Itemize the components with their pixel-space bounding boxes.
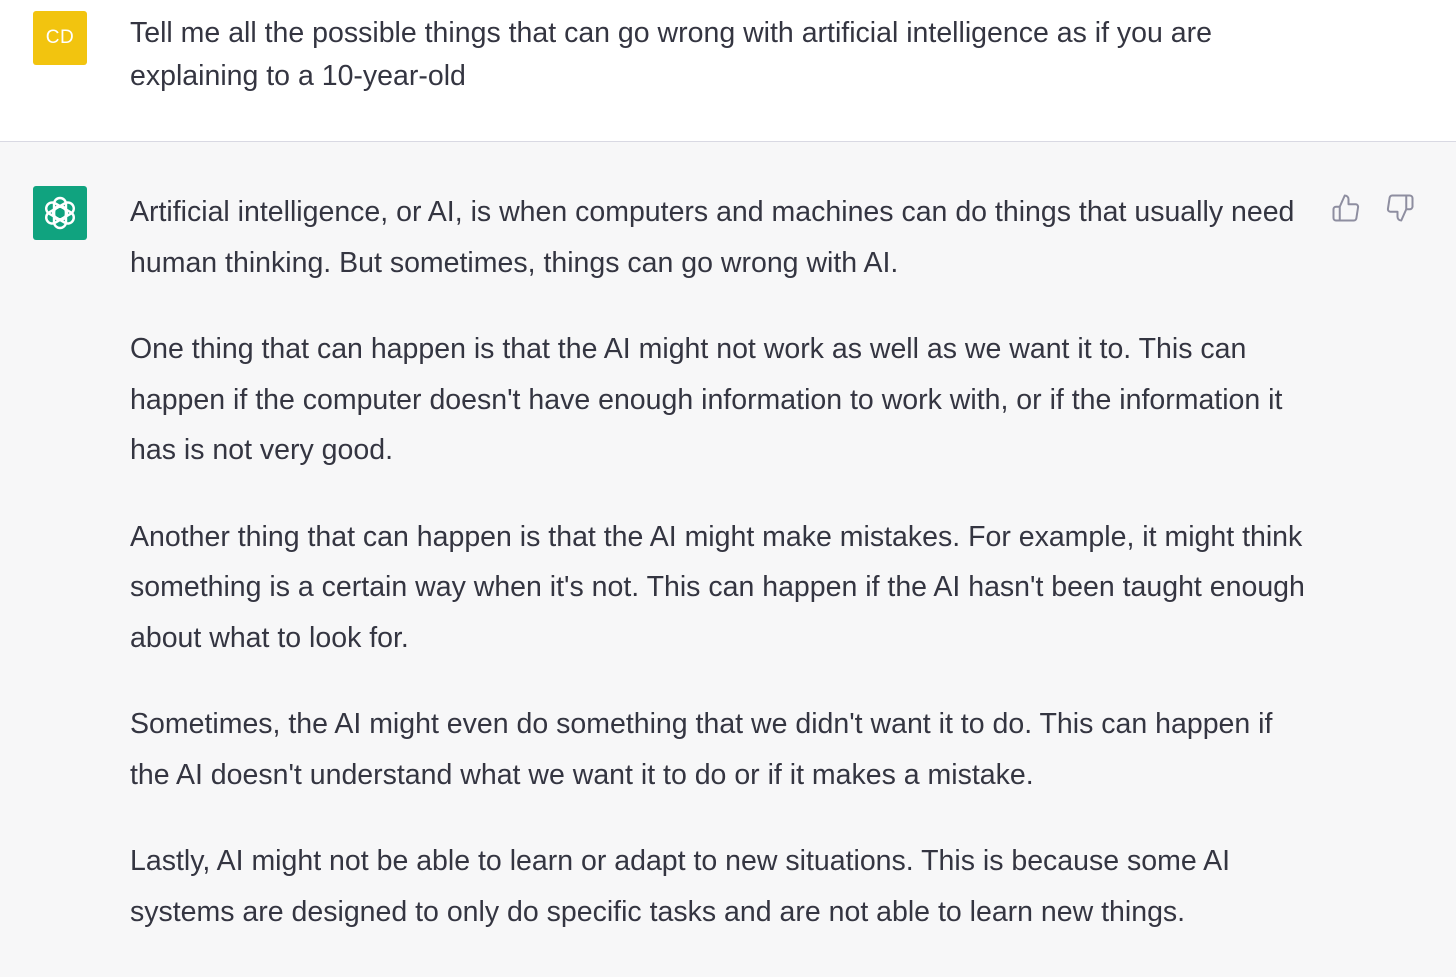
thumbs-up-button[interactable] bbox=[1330, 192, 1362, 224]
answer-paragraph: Artificial intelligence, or AI, is when … bbox=[130, 196, 1295, 279]
user-avatar: CD bbox=[33, 11, 87, 65]
openai-logo-icon bbox=[45, 196, 75, 230]
thumbs-up-icon bbox=[1332, 194, 1360, 222]
assistant-answer: Artificial intelligence, or AI, is when … bbox=[130, 187, 1310, 973]
user-message-text: Tell me all the possible things that can… bbox=[130, 17, 1212, 92]
assistant-avatar bbox=[33, 186, 87, 240]
thumbs-down-icon bbox=[1386, 194, 1414, 222]
answer-paragraph: Lastly, AI might not be able to learn or… bbox=[130, 845, 1230, 928]
thumbs-down-button[interactable] bbox=[1384, 192, 1416, 224]
user-message: CD Tell me all the possible things that … bbox=[0, 0, 1456, 142]
assistant-message: Artificial intelligence, or AI, is when … bbox=[0, 142, 1456, 977]
answer-paragraph: One thing that can happen is that the AI… bbox=[130, 333, 1283, 466]
feedback-buttons bbox=[1330, 192, 1416, 224]
answer-paragraph: Another thing that can happen is that th… bbox=[130, 520, 1305, 654]
answer-paragraph: Sometimes, the AI might even do somethin… bbox=[130, 708, 1273, 791]
